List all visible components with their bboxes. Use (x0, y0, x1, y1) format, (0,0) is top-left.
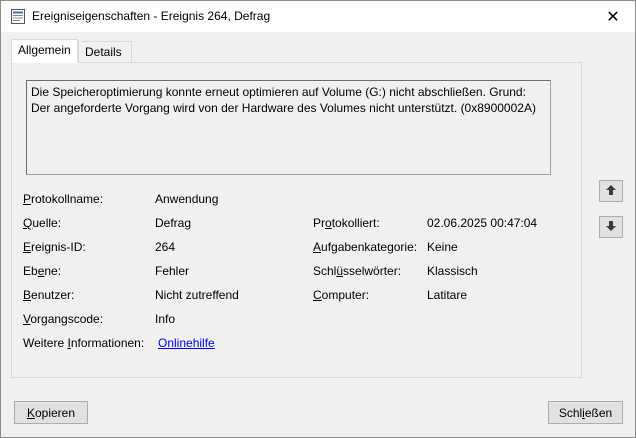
previous-event-button[interactable] (599, 180, 623, 202)
ebene-label: Ebene: (23, 264, 62, 278)
close-dialog-button-label: Schließen (558, 405, 613, 420)
copy-button[interactable]: Kopieren (14, 401, 88, 424)
vorgangscode-label: Vorgangscode: (23, 312, 104, 326)
schluesselwoerter-label: Schlüsselwörter: (313, 264, 402, 278)
aufgabenkategorie-value: Keine (427, 240, 458, 254)
quelle-value: Defrag (155, 216, 192, 230)
window-title: Ereigniseigenschaften - Ereignis 264, De… (32, 9, 271, 23)
ebene-value: Fehler (155, 264, 190, 278)
protokolliert-value: 02.06.2025 00:47:04 (427, 216, 538, 230)
schluesselwoerter-value: Klassisch (427, 264, 478, 278)
onlinehilfe-link[interactable]: Onlinehilfe (158, 336, 215, 350)
weitere-informationen-label: Weitere Informationen: (23, 336, 145, 350)
copy-button-label: Kopieren (26, 405, 76, 420)
general-tab-panel: Die Speicheroptimierung konnte erneut op… (11, 62, 582, 378)
protokollname-value: Anwendung (155, 192, 219, 206)
tab-details-label: Details (85, 45, 122, 59)
computer-label: Computer: (313, 288, 370, 302)
event-viewer-app-icon (11, 9, 25, 24)
close-icon: ✕ (606, 8, 620, 26)
aufgabenkategorie-label: Aufgabenkategorie: (313, 240, 418, 254)
ereignis-id-value: 264 (155, 240, 176, 254)
tab-details[interactable]: Details (78, 41, 132, 63)
benutzer-value: Nicht zutreffend (155, 288, 239, 302)
event-message-box[interactable]: Die Speicheroptimierung konnte erneut op… (26, 80, 551, 175)
protokolliert-label: Protokolliert: (313, 216, 380, 230)
vorgangscode-value: Info (155, 312, 176, 326)
arrow-down-icon (605, 220, 617, 235)
ereignis-id-label: Ereignis-ID: (23, 240, 86, 254)
arrow-up-icon (605, 184, 617, 199)
computer-value: Latitare (427, 288, 468, 302)
close-button[interactable]: ✕ (591, 1, 635, 32)
tab-allgemein[interactable]: Allgemein (11, 39, 78, 63)
close-dialog-button[interactable]: Schließen (548, 401, 623, 424)
event-properties-window: Ereigniseigenschaften - Ereignis 264, De… (0, 0, 636, 438)
tab-allgemein-label: Allgemein (18, 43, 71, 57)
benutzer-label: Benutzer: (23, 288, 75, 302)
title-bar: Ereigniseigenschaften - Ereignis 264, De… (1, 1, 635, 32)
quelle-label: Quelle: (23, 216, 62, 230)
next-event-button[interactable] (599, 216, 623, 238)
protokollname-label: Protokollname: (23, 192, 104, 206)
